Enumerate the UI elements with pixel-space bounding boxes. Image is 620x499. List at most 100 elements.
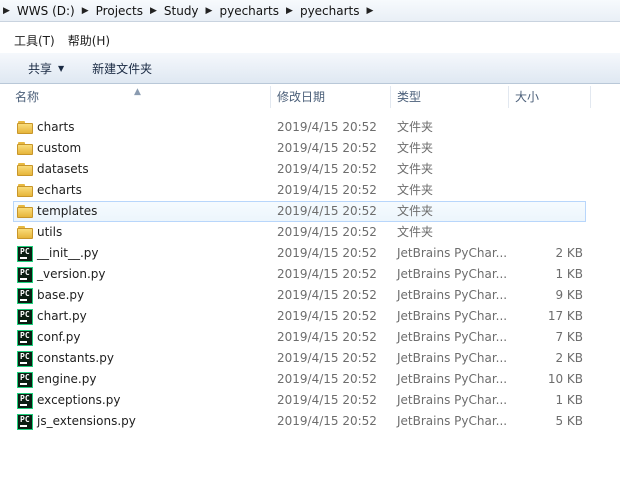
file-date: 2019/4/15 20:52	[277, 183, 377, 197]
folder-icon	[17, 163, 33, 176]
file-date: 2019/4/15 20:52	[277, 141, 377, 155]
file-row[interactable]: PC base.py 2019/4/15 20:52 JetBrains PyC…	[0, 285, 620, 306]
chevron-right-icon[interactable]: ▶	[203, 6, 216, 16]
file-name: templates	[37, 204, 98, 218]
file-size: 7 KB	[555, 330, 583, 344]
file-row[interactable]: PC js_extensions.py 2019/4/15 20:52 JetB…	[0, 411, 620, 432]
file-row[interactable]: datasets 2019/4/15 20:52 文件夹	[0, 159, 620, 180]
file-name: datasets	[37, 162, 89, 176]
pycharm-file-icon: PC	[17, 288, 33, 304]
file-type: 文件夹	[397, 162, 434, 176]
file-type: 文件夹	[397, 120, 434, 134]
file-row[interactable]: PC _version.py 2019/4/15 20:52 JetBrains…	[0, 264, 620, 285]
folder-icon	[17, 205, 33, 218]
file-type: JetBrains PyChar...	[397, 330, 508, 344]
file-size: 2 KB	[555, 246, 583, 260]
file-name: echarts	[37, 183, 82, 197]
file-type: JetBrains PyChar...	[397, 351, 508, 365]
file-row[interactable]: PC chart.py 2019/4/15 20:52 JetBrains Py…	[0, 306, 620, 327]
file-type: JetBrains PyChar...	[397, 372, 508, 386]
file-row[interactable]: echarts 2019/4/15 20:52 文件夹	[0, 180, 620, 201]
file-name: __init__.py	[37, 246, 99, 260]
file-size: 1 KB	[555, 267, 583, 281]
pycharm-file-icon: PC	[17, 351, 33, 367]
file-name: exceptions.py	[37, 393, 121, 407]
file-type: JetBrains PyChar...	[397, 309, 508, 323]
menu-help[interactable]: 帮助(H)	[62, 32, 117, 49]
breadcrumb-pyecharts-current[interactable]: pyecharts	[296, 4, 364, 18]
file-size: 10 KB	[547, 372, 583, 386]
file-date: 2019/4/15 20:52	[277, 267, 377, 281]
menu-bar: 工具(T) 帮助(H)	[0, 30, 117, 50]
column-header-name-label: 名称	[15, 90, 40, 104]
file-size: 1 KB	[555, 393, 583, 407]
file-date: 2019/4/15 20:52	[277, 309, 377, 323]
breadcrumb-pyecharts-parent[interactable]: pyecharts	[215, 4, 283, 18]
column-header-size[interactable]: 大小	[509, 86, 591, 108]
file-type: 文件夹	[397, 204, 434, 218]
pycharm-file-icon: PC	[17, 393, 33, 409]
file-date: 2019/4/15 20:52	[277, 120, 377, 134]
menu-tools[interactable]: 工具(T)	[0, 32, 62, 49]
breadcrumb-projects[interactable]: Projects	[92, 4, 147, 18]
address-bar[interactable]: ▶ WWS (D:) ▶ Projects ▶ Study ▶ pyechart…	[0, 0, 620, 22]
file-type: JetBrains PyChar...	[397, 246, 508, 260]
file-size: 9 KB	[555, 288, 583, 302]
file-date: 2019/4/15 20:52	[277, 288, 377, 302]
file-row-hovered[interactable]: templates 2019/4/15 20:52 文件夹	[13, 201, 586, 222]
share-button-label: 共享	[28, 61, 53, 76]
new-folder-button[interactable]: 新建文件夹	[92, 60, 152, 77]
file-type: 文件夹	[397, 183, 434, 197]
file-name: _version.py	[37, 267, 106, 281]
file-row[interactable]: PC engine.py 2019/4/15 20:52 JetBrains P…	[0, 369, 620, 390]
new-folder-button-label: 新建文件夹	[92, 61, 153, 76]
command-bar: 共享 ▼ 新建文件夹	[0, 53, 620, 84]
file-size: 2 KB	[555, 351, 583, 365]
column-header-date[interactable]: 修改日期	[271, 86, 391, 108]
file-date: 2019/4/15 20:52	[277, 372, 377, 386]
column-headers: ▲ 名称 修改日期 类型 大小	[0, 86, 620, 108]
column-header-size-label: 大小	[515, 90, 540, 104]
chevron-right-icon[interactable]: ▶	[147, 6, 160, 16]
chevron-right-icon[interactable]: ▶	[0, 6, 13, 16]
file-name: js_extensions.py	[37, 414, 136, 428]
chevron-right-icon[interactable]: ▶	[79, 6, 92, 16]
pycharm-file-icon: PC	[17, 330, 33, 346]
file-name: utils	[37, 225, 63, 239]
breadcrumb: ▶ WWS (D:) ▶ Projects ▶ Study ▶ pyechart…	[0, 0, 376, 21]
folder-icon	[17, 184, 33, 197]
file-type: JetBrains PyChar...	[397, 393, 508, 407]
share-button[interactable]: 共享 ▼	[28, 60, 64, 77]
folder-icon	[17, 142, 33, 155]
folder-icon	[17, 226, 33, 239]
file-name: engine.py	[37, 372, 97, 386]
file-row[interactable]: PC exceptions.py 2019/4/15 20:52 JetBrai…	[0, 390, 620, 411]
file-date: 2019/4/15 20:52	[277, 393, 377, 407]
pycharm-file-icon: PC	[17, 372, 33, 388]
file-date: 2019/4/15 20:52	[277, 162, 377, 176]
file-row[interactable]: PC conf.py 2019/4/15 20:52 JetBrains PyC…	[0, 327, 620, 348]
file-name: charts	[37, 120, 75, 134]
file-date: 2019/4/15 20:52	[277, 330, 377, 344]
column-header-type[interactable]: 类型	[391, 86, 509, 108]
pycharm-file-icon: PC	[17, 414, 33, 430]
file-name: conf.py	[37, 330, 81, 344]
file-row[interactable]: PC constants.py 2019/4/15 20:52 JetBrain…	[0, 348, 620, 369]
file-row[interactable]: PC __init__.py 2019/4/15 20:52 JetBrains…	[0, 243, 620, 264]
breadcrumb-drive[interactable]: WWS (D:)	[13, 4, 79, 18]
file-type: JetBrains PyChar...	[397, 414, 508, 428]
file-type: 文件夹	[397, 141, 434, 155]
chevron-right-icon[interactable]: ▶	[283, 6, 296, 16]
file-date: 2019/4/15 20:52	[277, 204, 377, 218]
file-row[interactable]: charts 2019/4/15 20:52 文件夹	[0, 117, 620, 138]
file-row[interactable]: utils 2019/4/15 20:52 文件夹	[0, 222, 620, 243]
file-type: JetBrains PyChar...	[397, 288, 508, 302]
breadcrumb-study[interactable]: Study	[160, 4, 203, 18]
chevron-right-icon[interactable]: ▶	[364, 6, 377, 16]
column-header-name[interactable]: ▲ 名称	[0, 86, 271, 108]
file-name: custom	[37, 141, 82, 155]
file-list: charts 2019/4/15 20:52 文件夹 custom 2019/4…	[0, 117, 620, 432]
file-row[interactable]: custom 2019/4/15 20:52 文件夹	[0, 138, 620, 159]
file-name: base.py	[37, 288, 85, 302]
file-date: 2019/4/15 20:52	[277, 225, 377, 239]
